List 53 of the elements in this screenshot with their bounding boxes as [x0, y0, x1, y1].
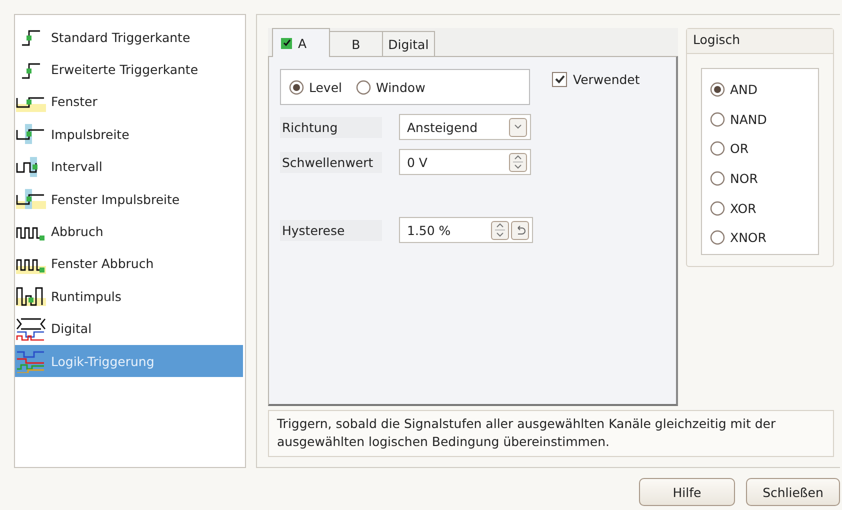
group-title: Logisch	[687, 29, 833, 54]
trigger-type-item[interactable]: Digital	[15, 312, 243, 345]
radio-button[interactable]	[710, 141, 725, 156]
radio-button[interactable]	[710, 112, 725, 127]
radio-label[interactable]: XOR	[730, 200, 756, 216]
tab[interactable]: A	[272, 28, 330, 57]
radio-button[interactable]	[289, 80, 304, 94]
trigger-type-item[interactable]: Standard Triggerkante	[15, 21, 243, 54]
radio-label[interactable]: AND	[730, 82, 758, 98]
radio-label[interactable]: Level	[309, 80, 342, 94]
radio-label[interactable]: OR	[730, 141, 749, 156]
field-label: Schwellenwert	[280, 152, 382, 172]
radio-label[interactable]: NOR	[730, 171, 758, 186]
trigger-type-item[interactable]: Impulsbreite	[15, 118, 243, 151]
checkbox-label[interactable]: Verwendet	[573, 72, 640, 87]
radio-button[interactable]	[356, 80, 371, 94]
pulse-trigger-icon	[16, 122, 46, 146]
dialog-button[interactable]: Hilfe	[639, 478, 735, 506]
dropdown[interactable]: Ansteigend	[399, 114, 531, 140]
radio-label[interactable]: Window	[376, 80, 426, 94]
spin-buttons[interactable]	[491, 220, 509, 240]
digital-trigger-icon	[16, 316, 46, 341]
trigger-type-item[interactable]: Abbruch	[15, 215, 243, 248]
trigger-type-item[interactable]: Fenster	[15, 86, 243, 118]
spin-arrows-icon	[513, 153, 523, 171]
spin-arrows-icon	[495, 221, 505, 239]
logic-trigger-icon	[16, 349, 46, 374]
reset-button[interactable]	[511, 220, 529, 240]
radio-label[interactable]: NAND	[730, 112, 767, 127]
trigger-type-item[interactable]: Fenster Abbruch	[15, 248, 243, 280]
radio-button[interactable]	[710, 230, 725, 246]
radio-button[interactable]	[710, 200, 725, 216]
spin-field[interactable]: 1.50 %	[399, 217, 533, 243]
trigger-type-item[interactable]: Runtimpuls	[15, 280, 243, 313]
description-text: Triggern, sobald die Signalstufen aller ausgewählten Kanäle gleichzeitig mit der ausgewählten logischen Bedingung übereinstimmen.	[268, 410, 834, 457]
trigger-type-item[interactable]: Fenster Impulsbreite	[15, 182, 243, 216]
spin-field[interactable]: 0 V	[399, 149, 531, 175]
dialog-button[interactable]: Schließen	[746, 478, 840, 506]
field-label: Hysterese	[280, 220, 382, 240]
checkbox[interactable]	[552, 72, 567, 87]
field-label: Richtung	[280, 116, 382, 138]
tab-checkbox[interactable]	[281, 38, 292, 48]
trigger-type-item[interactable]: Erweiterte Triggerkante	[15, 53, 243, 86]
dropdown-button[interactable]	[509, 118, 527, 136]
radio-button[interactable]	[710, 171, 725, 186]
spin-buttons[interactable]	[509, 152, 527, 172]
reset-icon	[514, 224, 526, 236]
caret-icon	[513, 123, 523, 131]
radio-button[interactable]	[710, 82, 725, 98]
trigger-type-item[interactable]: Intervall	[15, 150, 243, 183]
tab[interactable]: Digital	[382, 31, 435, 56]
window-pulse-trigger-icon	[16, 187, 46, 212]
radio-label[interactable]: XNOR	[730, 230, 766, 246]
